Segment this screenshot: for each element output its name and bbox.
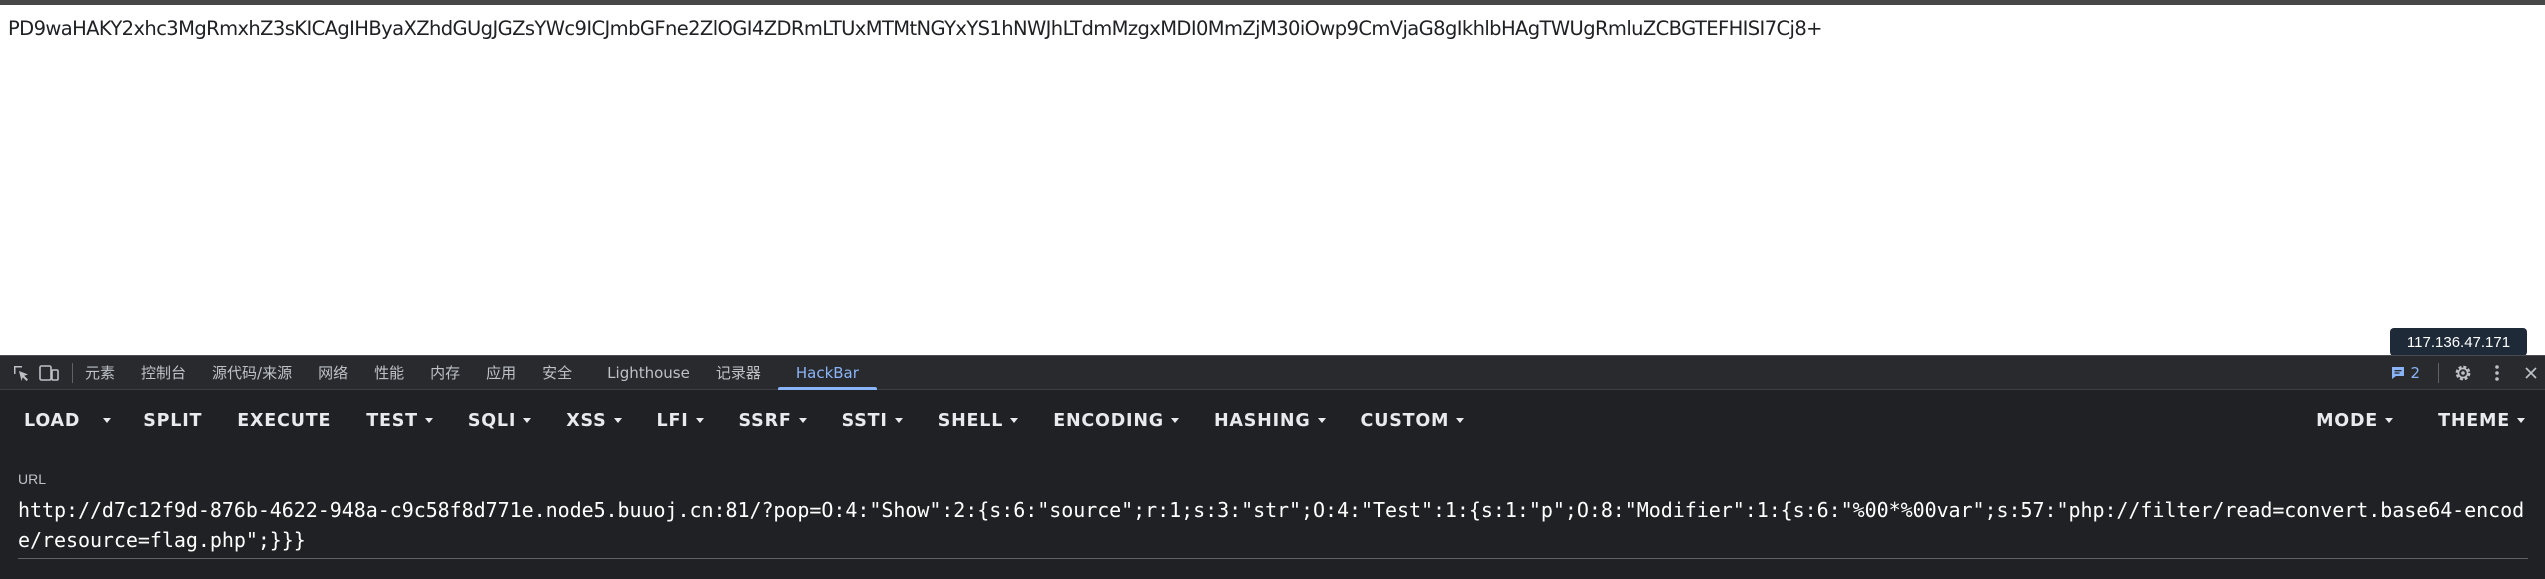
ssrf-menu-label: SSRF: [738, 410, 792, 431]
message-icon: [2392, 366, 2405, 379]
encoding-menu-label: ENCODING: [1053, 410, 1164, 431]
chevron-down-icon: [424, 418, 433, 423]
issues-badge[interactable]: 2: [2390, 364, 2420, 382]
encoding-menu[interactable]: ENCODING: [1033, 390, 1194, 451]
devtools-right-controls: 2: [2390, 355, 2545, 390]
mode-menu-label: MODE: [2316, 410, 2379, 431]
tab-application[interactable]: 应用: [473, 355, 529, 390]
inspect-element-icon[interactable]: [10, 362, 32, 384]
chevron-down-icon: [1317, 418, 1326, 423]
hashing-menu-label: HASHING: [1213, 410, 1311, 431]
url-input[interactable]: http://d7c12f9d-876b-4622-948a-c9c58f8d7…: [18, 495, 2528, 555]
xss-menu-label: XSS: [566, 410, 607, 431]
custom-menu[interactable]: CUSTOM: [1341, 390, 1480, 451]
close-icon[interactable]: [2519, 361, 2543, 385]
ssrf-menu[interactable]: SSRF: [719, 390, 822, 451]
tab-security[interactable]: 安全: [529, 355, 585, 390]
window-top-border: [0, 0, 2545, 5]
tab-hackbar[interactable]: HackBar: [774, 355, 881, 390]
tab-performance[interactable]: 性能: [361, 355, 417, 390]
chevron-down-icon: [1170, 418, 1179, 423]
device-toolbar-icon[interactable]: [38, 362, 60, 384]
chevron-down-icon: [695, 418, 704, 423]
hackbar-toolbar-right: MODE THEME: [2301, 390, 2545, 451]
test-menu[interactable]: TEST: [351, 390, 448, 451]
ssti-menu[interactable]: SSTI: [822, 390, 918, 451]
split-button[interactable]: SPLIT: [128, 390, 217, 451]
tab-console[interactable]: 控制台: [128, 355, 199, 390]
tab-recorder[interactable]: 记录器: [703, 355, 774, 390]
tab-elements[interactable]: 元素: [83, 355, 128, 390]
tab-sources[interactable]: 源代码/来源: [199, 355, 305, 390]
mode-menu[interactable]: MODE: [2301, 390, 2423, 451]
chevron-down-icon: [894, 418, 903, 423]
xss-menu[interactable]: XSS: [546, 390, 636, 451]
chevron-down-icon: [103, 418, 112, 423]
lfi-menu-label: LFI: [656, 410, 689, 431]
chevron-down-icon: [2517, 418, 2525, 423]
tab-lighthouse[interactable]: Lighthouse: [585, 355, 703, 390]
devtools-tab-bar: 元素 控制台 源代码/来源 网络 性能 内存 应用 安全 Lighthouse …: [0, 355, 2545, 390]
ip-tooltip: 117.136.47.171: [2390, 328, 2527, 356]
load-dropdown-button[interactable]: [97, 390, 128, 451]
chevron-down-icon: [1456, 418, 1465, 423]
execute-button[interactable]: EXECUTE: [217, 390, 351, 451]
chevron-down-icon: [523, 418, 532, 423]
chevron-down-icon: [1010, 418, 1019, 423]
sqli-menu-label: SQLI: [467, 410, 517, 431]
url-label: URL: [18, 471, 47, 487]
theme-menu[interactable]: THEME: [2423, 390, 2545, 451]
ssti-menu-label: SSTI: [841, 410, 888, 431]
theme-menu-label: THEME: [2438, 410, 2510, 431]
gear-icon[interactable]: [2451, 361, 2475, 385]
devtools-separator: [72, 362, 73, 383]
load-button[interactable]: LOAD: [0, 390, 97, 451]
shell-menu[interactable]: SHELL: [918, 390, 1034, 451]
chevron-down-icon: [613, 418, 622, 423]
tab-network[interactable]: 网络: [305, 355, 361, 390]
hackbar-url-panel: URL http://d7c12f9d-876b-4622-948a-c9c58…: [0, 451, 2545, 579]
more-icon[interactable]: [2485, 361, 2509, 385]
url-input-underline: [18, 558, 2528, 559]
page-body-text: PD9waHAKY2xhc3MgRmxhZ3sKICAgIHByaXZhdGUg…: [8, 17, 1823, 40]
devtools-separator: [2438, 362, 2439, 383]
hashing-menu[interactable]: HASHING: [1194, 390, 1341, 451]
tab-memory[interactable]: 内存: [417, 355, 473, 390]
issues-count: 2: [2410, 363, 2420, 382]
chevron-down-icon: [2385, 418, 2394, 423]
custom-menu-label: CUSTOM: [1360, 410, 1450, 431]
shell-menu-label: SHELL: [937, 410, 1004, 431]
sqli-menu[interactable]: SQLI: [448, 390, 546, 451]
test-menu-label: TEST: [366, 410, 418, 431]
lfi-menu[interactable]: LFI: [637, 390, 719, 451]
hackbar-toolbar: LOAD SPLIT EXECUTE TEST SQLI XSS LFI SSR…: [0, 390, 2545, 451]
chevron-down-icon: [798, 418, 807, 423]
